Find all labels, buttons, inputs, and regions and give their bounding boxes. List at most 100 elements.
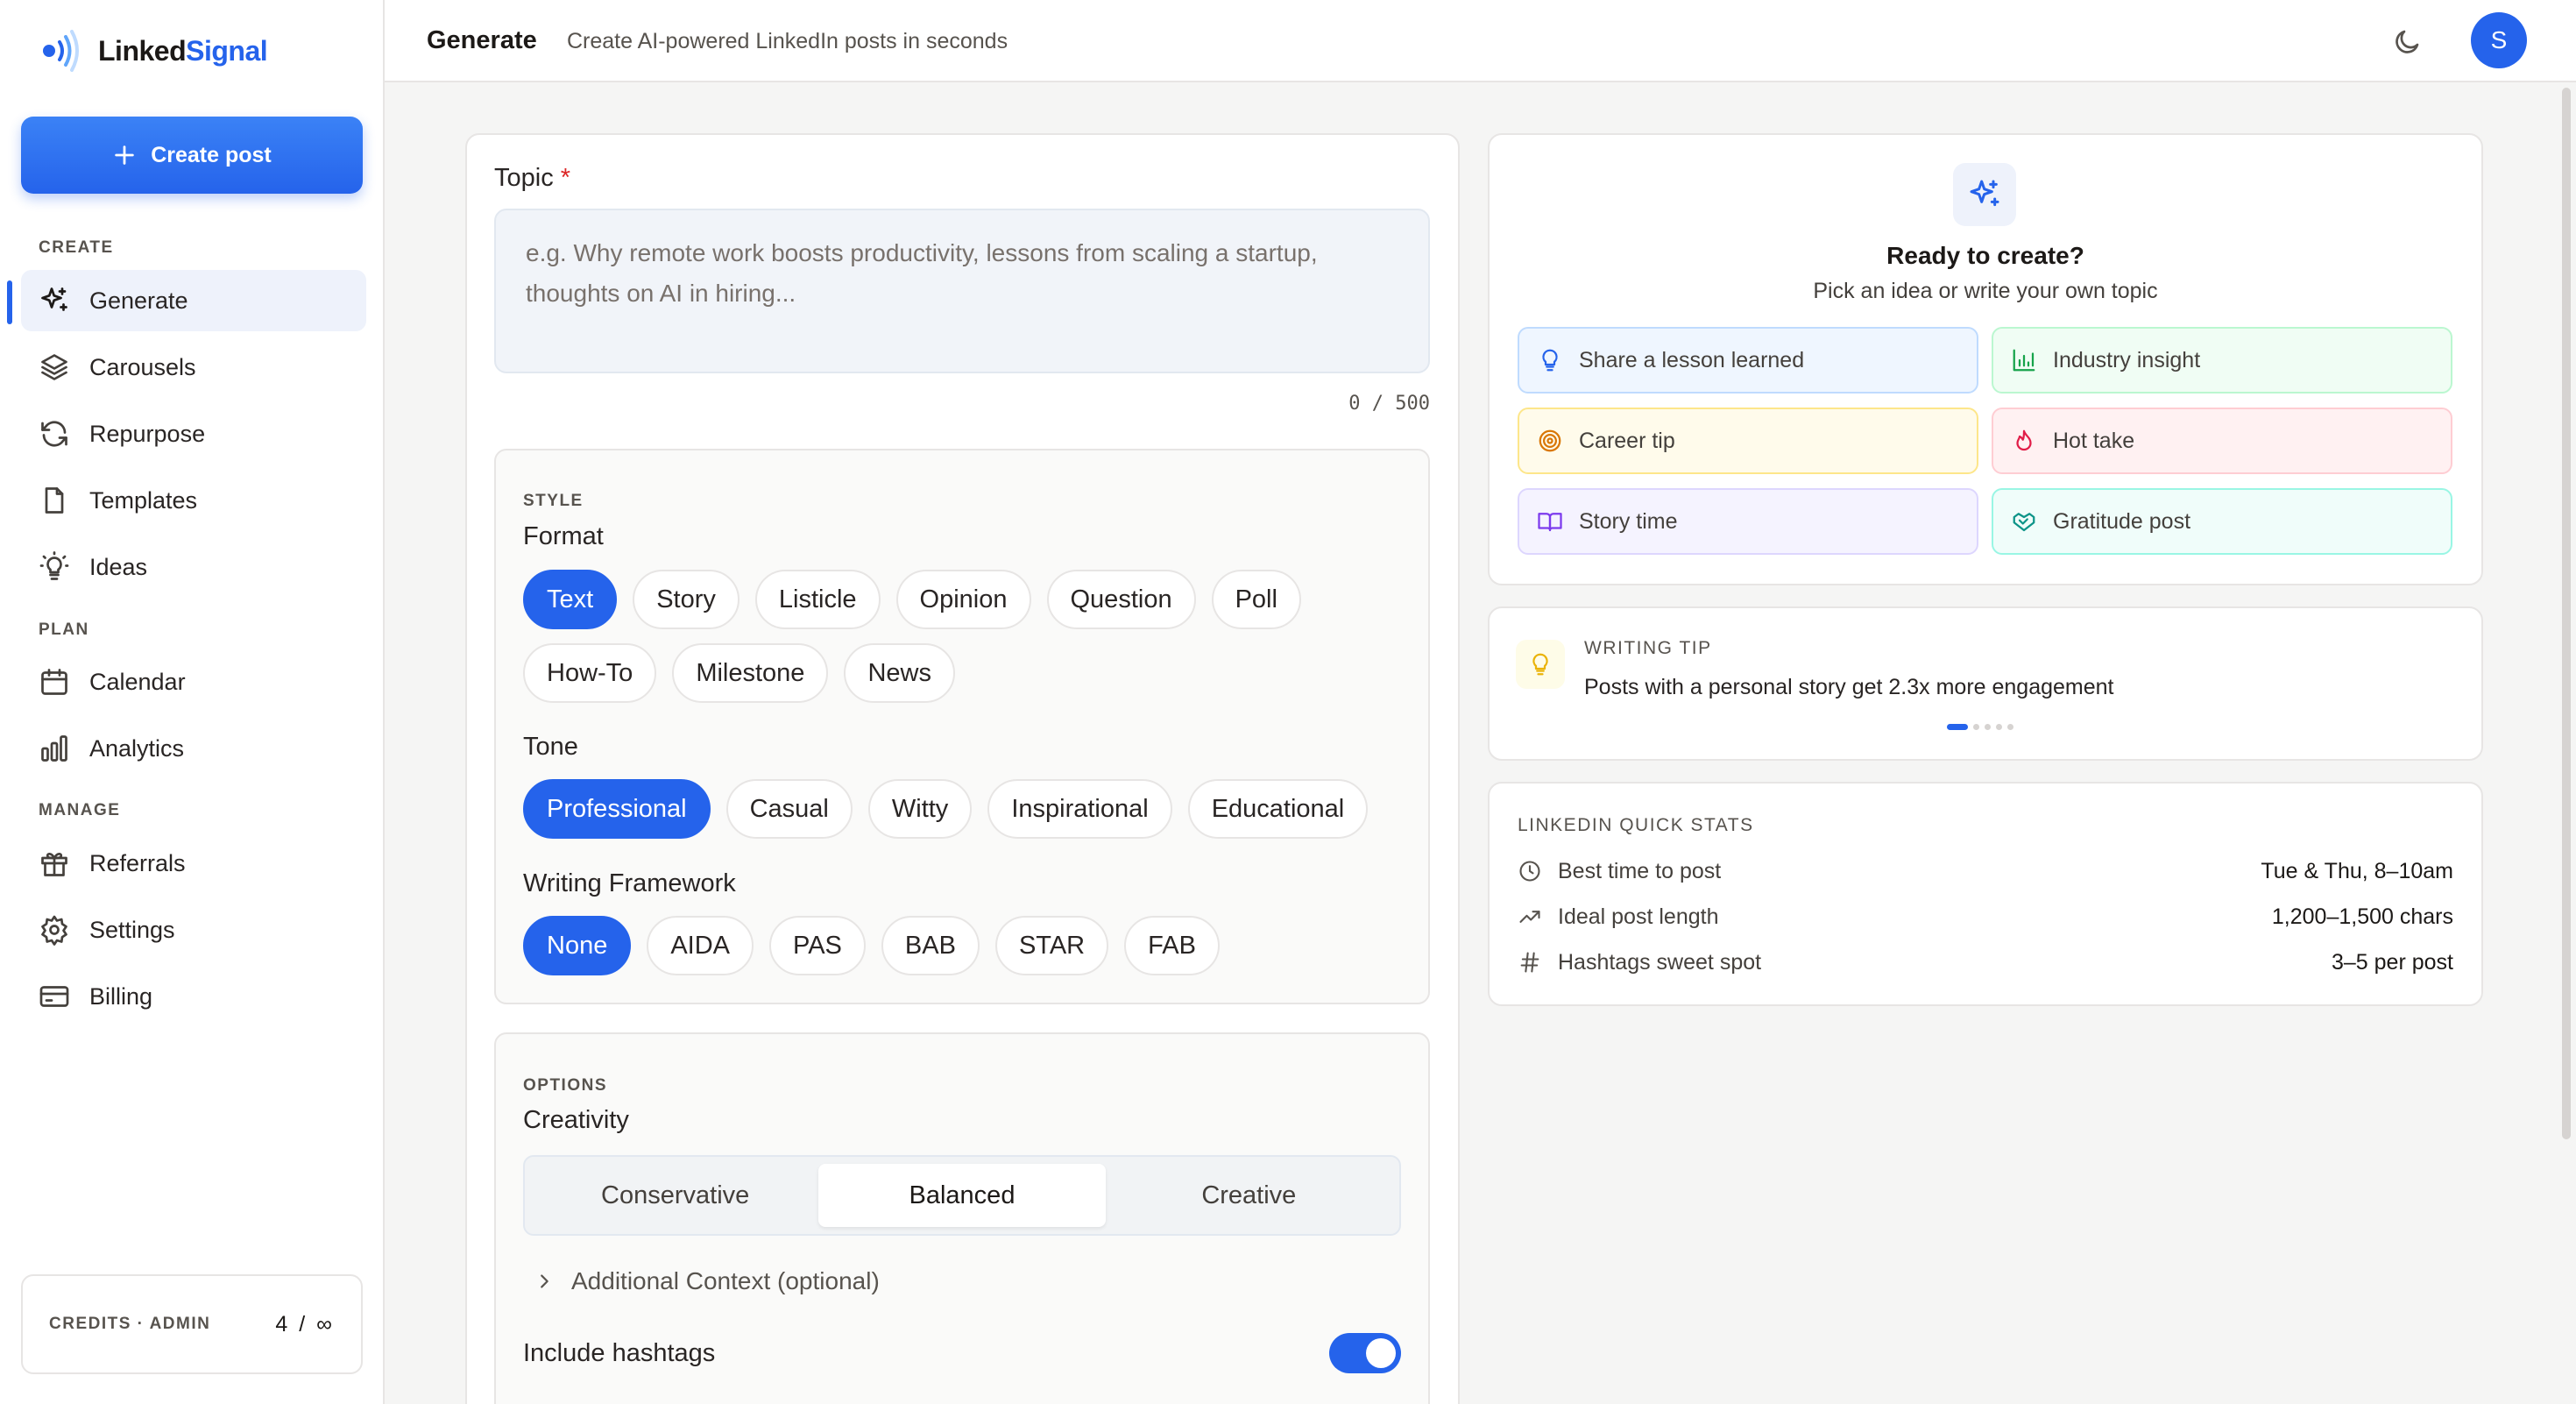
sidebar-item-ideas[interactable]: Ideas	[21, 536, 366, 598]
sparkles-icon	[1970, 180, 1999, 207]
stat-value: 3–5 per post	[2332, 949, 2453, 975]
plus-icon	[115, 145, 134, 165]
idea-label: Industry insight	[2053, 347, 2201, 372]
hashtags-row: Include hashtags	[523, 1333, 1401, 1373]
lightbulb-icon	[1542, 349, 1558, 372]
file-icon	[45, 487, 64, 514]
sidebar-item-label: Generate	[89, 287, 188, 314]
creativity-label: Creativity	[523, 1106, 629, 1134]
sidebar-item-carousels[interactable]: Carousels	[21, 337, 366, 398]
format-chip-news[interactable]: News	[844, 643, 955, 703]
framework-chip-pas[interactable]: PAS	[769, 916, 866, 975]
moon-icon[interactable]	[2391, 26, 2423, 58]
format-chip-poll[interactable]: Poll	[1211, 570, 1301, 629]
creativity-option-creative[interactable]: Creative	[1106, 1164, 1392, 1227]
logo[interactable]: LinkedSignal	[37, 23, 268, 79]
tip-dot[interactable]	[1996, 724, 2002, 730]
idea-hot-take[interactable]: Hot take	[1992, 408, 2452, 474]
tone-chip-educational[interactable]: Educational	[1187, 779, 1369, 839]
tip-dot[interactable]	[1985, 724, 1991, 730]
trending-icon	[1519, 911, 1540, 923]
stat-row: Hashtags sweet spot 3–5 per post	[1518, 945, 2453, 980]
sidebar-item-referrals[interactable]: Referrals	[21, 833, 366, 894]
stat-row: Best time to post Tue & Thu, 8–10am	[1518, 854, 2453, 889]
page-subtitle: Create AI-powered LinkedIn posts in seco…	[567, 29, 1008, 53]
format-chip-opinion[interactable]: Opinion	[895, 570, 1031, 629]
tip-dot[interactable]	[1947, 724, 1968, 730]
credits-box: CREDITS · ADMIN 4 / ∞	[21, 1274, 363, 1374]
stat-value: Tue & Thu, 8–10am	[2261, 858, 2453, 883]
tone-chip-casual[interactable]: Casual	[725, 779, 853, 839]
sidebar-item-label: Repurpose	[89, 420, 206, 447]
ready-icon-box	[1953, 163, 2016, 226]
idea-label: Story time	[1579, 508, 1678, 534]
framework-chip-fab[interactable]: FAB	[1124, 916, 1220, 975]
idea-share-lesson[interactable]: Share a lesson learned	[1518, 327, 1978, 394]
idea-story-time[interactable]: Story time	[1518, 488, 1978, 555]
tip-pagination	[1947, 724, 2013, 730]
target-icon	[1539, 429, 1561, 452]
idea-career-tip[interactable]: Career tip	[1518, 408, 1978, 474]
framework-label: Writing Framework	[523, 869, 736, 897]
format-chip-listicle[interactable]: Listicle	[754, 570, 881, 629]
character-counter: 0 / 500	[1348, 393, 1430, 415]
idea-label: Hot take	[2053, 428, 2135, 453]
bar-chart-icon	[2013, 349, 2035, 372]
additional-context-toggle[interactable]: Additional Context (optional)	[534, 1267, 880, 1295]
brand-name: LinkedSignal	[98, 34, 268, 67]
sparkles-icon	[41, 287, 67, 311]
additional-context-label: Additional Context (optional)	[571, 1267, 880, 1294]
framework-chip-aida[interactable]: AIDA	[647, 916, 754, 975]
tip-heading: WRITING TIP	[1584, 638, 1712, 658]
lightbulb-icon	[1532, 653, 1548, 676]
tone-chip-professional[interactable]: Professional	[523, 779, 711, 839]
idea-label: Share a lesson learned	[1579, 347, 1805, 372]
active-indicator	[7, 280, 12, 324]
stat-label: Ideal post length	[1558, 904, 1719, 929]
hashtags-label: Include hashtags	[523, 1338, 716, 1367]
gear-icon	[41, 915, 67, 946]
format-chip-how-to[interactable]: How-To	[523, 643, 657, 703]
idea-label: Career tip	[1579, 428, 1675, 453]
framework-chip-star[interactable]: STAR	[994, 916, 1109, 975]
idea-gratitude-post[interactable]: Gratitude post	[1992, 488, 2452, 555]
format-chip-milestone[interactable]: Milestone	[672, 643, 829, 703]
sidebar-item-settings[interactable]: Settings	[21, 899, 366, 961]
page-scrollbar[interactable]	[2562, 88, 2571, 1139]
tone-chip-inspirational[interactable]: Inspirational	[987, 779, 1172, 839]
tip-dot[interactable]	[2007, 724, 2013, 730]
sidebar-item-label: Calendar	[89, 668, 186, 695]
calendar-icon	[41, 669, 67, 695]
sidebar-item-analytics[interactable]: Analytics	[21, 718, 366, 779]
tip-text: Posts with a personal story get 2.3x mor…	[1584, 675, 2114, 699]
framework-chip-bab[interactable]: BAB	[881, 916, 980, 975]
creativity-option-balanced[interactable]: Balanced	[818, 1164, 1106, 1227]
topic-input[interactable]: e.g. Why remote work boosts productivity…	[494, 209, 1430, 373]
clock-icon	[1519, 861, 1540, 882]
sidebar-item-generate[interactable]: Generate	[21, 270, 366, 331]
tip-icon-box	[1516, 640, 1565, 689]
creativity-option-conservative[interactable]: Conservative	[532, 1164, 818, 1227]
create-post-label: Create post	[151, 142, 272, 167]
sidebar-item-templates[interactable]: Templates	[21, 470, 366, 531]
format-chip-story[interactable]: Story	[633, 570, 740, 629]
lightbulb-icon	[39, 551, 69, 580]
top-header: Generate Create AI-powered LinkedIn post…	[385, 0, 2576, 82]
sidebar-item-repurpose[interactable]: Repurpose	[21, 403, 366, 464]
framework-chip-none[interactable]: None	[523, 916, 632, 975]
sidebar-item-calendar[interactable]: Calendar	[21, 651, 366, 713]
ready-title: Ready to create?	[1886, 242, 2084, 269]
avatar[interactable]: S	[2471, 12, 2527, 68]
tone-chip-witty[interactable]: Witty	[867, 779, 973, 839]
options-section-label: OPTIONS	[523, 1076, 608, 1095]
format-chip-text[interactable]: Text	[523, 570, 618, 629]
tone-label: Tone	[523, 733, 578, 761]
hashtags-toggle[interactable]	[1329, 1333, 1401, 1373]
sidebar: LinkedSignal Create post CREATE Generate…	[0, 0, 385, 1404]
format-chip-question[interactable]: Question	[1046, 570, 1196, 629]
tip-dot[interactable]	[1973, 724, 1979, 730]
sidebar-item-billing[interactable]: Billing	[21, 966, 366, 1027]
topic-label: Topic *	[494, 164, 571, 192]
idea-industry-insight[interactable]: Industry insight	[1992, 327, 2452, 394]
create-post-button[interactable]: Create post	[21, 117, 363, 194]
